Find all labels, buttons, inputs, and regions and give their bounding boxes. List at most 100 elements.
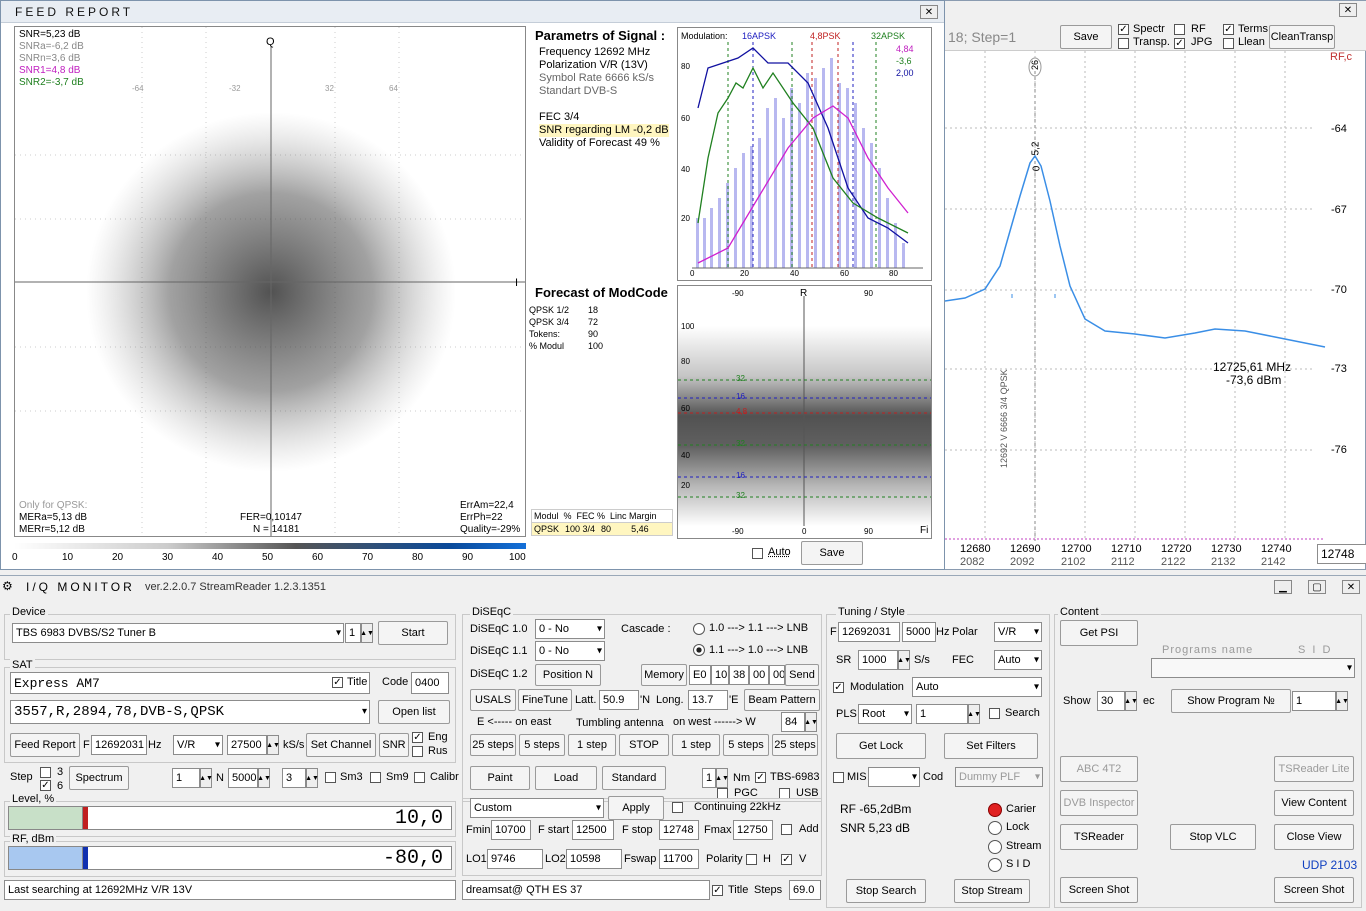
- snr-button[interactable]: SNR: [379, 733, 409, 757]
- load-button[interactable]: Load: [535, 766, 597, 790]
- llean-checkbox[interactable]: [1223, 38, 1234, 49]
- clean-transp-button[interactable]: CleanTransp: [1269, 25, 1335, 49]
- minimize-button[interactable]: ▁: [1274, 580, 1292, 594]
- lo1-field[interactable]: 9746: [487, 849, 543, 869]
- tuning-sr-field[interactable]: 1000: [858, 650, 898, 670]
- spectrum-button[interactable]: Spectrum: [69, 766, 129, 790]
- screen-shot-button-1[interactable]: Screen Shot: [1060, 877, 1138, 903]
- avg-field[interactable]: 1: [172, 768, 200, 788]
- latitude-field[interactable]: 50.9: [599, 690, 639, 710]
- finetune-button[interactable]: FineTune: [518, 689, 572, 711]
- spectr-checkbox[interactable]: ✓: [1118, 24, 1129, 35]
- modulation-select[interactable]: Auto: [912, 677, 1042, 697]
- sr-spin[interactable]: ▲▼: [266, 735, 280, 755]
- sm3-checkbox[interactable]: [325, 772, 336, 783]
- tbs-checkbox[interactable]: ✓: [755, 772, 766, 783]
- feed-save-button[interactable]: Save: [801, 541, 863, 565]
- lo2-field[interactable]: 10598: [566, 849, 622, 869]
- frequency-field[interactable]: 12692031: [91, 735, 147, 755]
- cascade-radio-1[interactable]: [693, 623, 705, 635]
- n-spin[interactable]: ▲▼: [257, 768, 271, 788]
- program-number-field[interactable]: 1: [1292, 691, 1336, 711]
- pls-number[interactable]: 1: [916, 704, 968, 724]
- n-field[interactable]: 5000: [228, 768, 258, 788]
- usals-button[interactable]: USALS: [470, 689, 516, 711]
- tsreader-lite-button[interactable]: TSReader Lite: [1274, 756, 1354, 782]
- spectrum-end-freq-field[interactable]: 12748: [1317, 544, 1366, 564]
- steps-field[interactable]: 69.0: [789, 880, 821, 900]
- terms-checkbox[interactable]: ✓: [1223, 24, 1234, 35]
- title-steps-checkbox[interactable]: ✓: [712, 885, 723, 896]
- tuning-bw-field[interactable]: 5000: [902, 622, 936, 642]
- east-5-steps-button[interactable]: 5 steps: [519, 734, 565, 756]
- send-button[interactable]: Send: [785, 664, 819, 686]
- stop-motor-button[interactable]: STOP: [619, 734, 669, 756]
- show-seconds-spin[interactable]: ▲▼: [1124, 691, 1138, 711]
- paint-button[interactable]: Paint: [470, 766, 530, 790]
- sr-field[interactable]: 27500: [227, 735, 267, 755]
- set-filters-button[interactable]: Set Filters: [944, 733, 1038, 759]
- qth-field[interactable]: dreamsat@ QTH ES 37: [462, 880, 710, 900]
- custom-select[interactable]: Custom: [470, 798, 604, 818]
- dvb-inspector-button[interactable]: DVB Inspector: [1060, 790, 1138, 816]
- program-number-spin[interactable]: ▲▼: [1335, 691, 1349, 711]
- start-button[interactable]: Start: [378, 621, 448, 645]
- east-1-step-button[interactable]: 1 step: [568, 734, 616, 756]
- standard-button[interactable]: Standard: [602, 766, 666, 790]
- polarization-select[interactable]: V/R: [173, 735, 223, 755]
- device-spin[interactable]: ▲▼: [360, 623, 374, 643]
- feed-report-button[interactable]: Feed Report: [10, 733, 80, 757]
- pls-spin[interactable]: ▲▼: [967, 704, 981, 724]
- transponder-select[interactable]: 3557,R,2894,78,DVB-S,QPSK: [10, 700, 370, 724]
- get-lock-button[interactable]: Get Lock: [836, 733, 926, 759]
- tuning-sr-spin[interactable]: ▲▼: [897, 650, 911, 670]
- mis-select[interactable]: [868, 767, 920, 787]
- screen-shot-button-2[interactable]: Screen Shot: [1274, 877, 1354, 903]
- memory-field-2[interactable]: 10: [711, 665, 729, 685]
- nm-spin[interactable]: ▲▼: [715, 768, 729, 788]
- step3-checkbox[interactable]: [40, 767, 51, 778]
- iq-close-button[interactable]: ✕: [1342, 580, 1360, 594]
- fmax-field[interactable]: 12750: [733, 820, 773, 840]
- memory-field-4[interactable]: 00: [749, 665, 769, 685]
- memory-field-5[interactable]: 00: [769, 665, 785, 685]
- diseqc11-select[interactable]: 0 - No: [535, 641, 605, 661]
- step6-checkbox[interactable]: ✓: [40, 780, 51, 791]
- show-seconds-field[interactable]: 30: [1097, 691, 1125, 711]
- pls-select[interactable]: Root: [858, 704, 912, 724]
- maximize-button[interactable]: ▢: [1308, 580, 1326, 594]
- dummy-plf-select[interactable]: Dummy PLF: [955, 767, 1043, 787]
- show-program-button[interactable]: Show Program №: [1171, 689, 1291, 713]
- programs-select[interactable]: [1151, 658, 1355, 678]
- cascade-radio-2[interactable]: [693, 644, 705, 656]
- fstart-field[interactable]: 12500: [572, 820, 614, 840]
- n3-spin[interactable]: ▲▼: [305, 768, 319, 788]
- west-25-steps-button[interactable]: 25 steps: [772, 734, 818, 756]
- get-psi-button[interactable]: Get PSI: [1060, 620, 1138, 646]
- tumbling-field[interactable]: 84: [781, 712, 805, 732]
- stop-search-button[interactable]: Stop Search: [846, 879, 926, 903]
- transp-checkbox[interactable]: [1118, 38, 1129, 49]
- add-checkbox[interactable]: [781, 824, 792, 835]
- tuning-frequency-field[interactable]: 12692031: [838, 622, 900, 642]
- avg-spin[interactable]: ▲▼: [199, 768, 213, 788]
- view-content-button[interactable]: View Content: [1274, 790, 1354, 816]
- spectrum-save-button[interactable]: Save: [1060, 25, 1112, 49]
- fmin-field[interactable]: 10700: [491, 820, 531, 840]
- memory-field-1[interactable]: E0: [689, 665, 711, 685]
- abc-4t2-button[interactable]: ABC 4T2: [1060, 756, 1138, 782]
- feed-close-button[interactable]: ✕: [920, 5, 938, 19]
- device-select[interactable]: TBS 6983 DVBS/S2 Tuner B: [12, 623, 344, 643]
- mis-checkbox[interactable]: [833, 772, 844, 783]
- rf-checkbox[interactable]: [1174, 24, 1185, 35]
- set-channel-button[interactable]: Set Channel: [306, 733, 376, 757]
- longitude-field[interactable]: 13.7: [688, 690, 728, 710]
- tumbling-spin[interactable]: ▲▼: [804, 712, 818, 732]
- close-view-button[interactable]: Close View: [1274, 824, 1354, 850]
- polarity-v-checkbox[interactable]: ✓: [781, 854, 792, 865]
- rus-checkbox[interactable]: [412, 746, 423, 757]
- position-n-button[interactable]: Position N: [535, 664, 601, 686]
- calibr-checkbox[interactable]: [414, 772, 425, 783]
- diseqc10-select[interactable]: 0 - No: [535, 619, 605, 639]
- cont22-checkbox[interactable]: [672, 802, 683, 813]
